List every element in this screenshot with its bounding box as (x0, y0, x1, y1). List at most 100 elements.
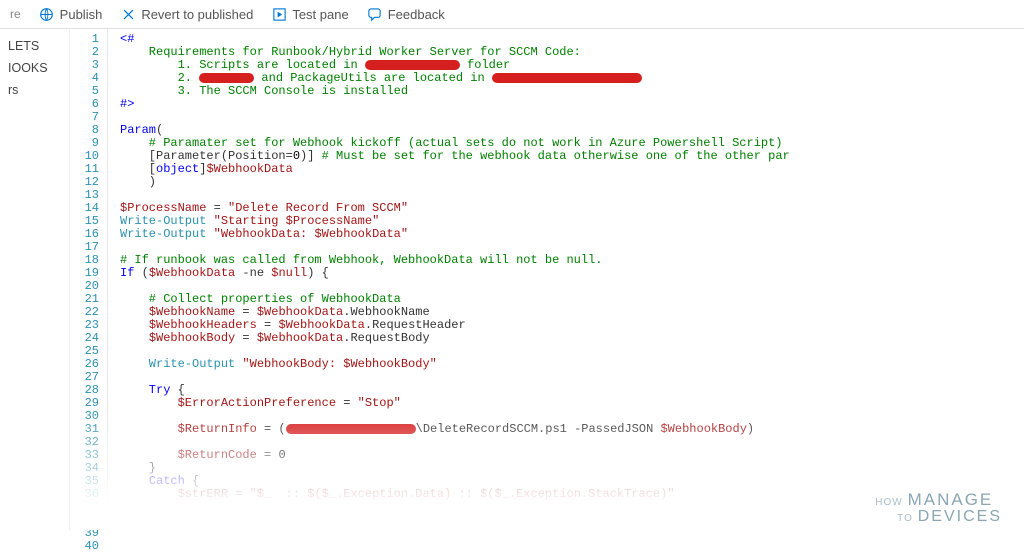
code-token: 0 (293, 149, 300, 163)
revert-label: Revert to published (141, 7, 253, 22)
code-line[interactable] (120, 527, 1024, 530)
code-token: Try (120, 383, 170, 397)
code-editor[interactable]: 1234567891011121314151617181920212223242… (70, 29, 1024, 530)
code-token: # Must be set for the webhook data other… (322, 149, 790, 163)
code-content[interactable]: <# Requirements for Runbook/Hybrid Worke… (108, 29, 1024, 530)
code-token: Catch (120, 474, 185, 488)
redacted-text (286, 424, 416, 434)
watermark-how: HOW (875, 497, 902, 508)
redacted-text (365, 60, 460, 70)
code-token: $_ (322, 487, 336, 501)
code-token: Write-Output (120, 214, 206, 228)
code-line[interactable]: ) (120, 176, 1024, 189)
feedback-button[interactable]: Feedback (367, 6, 445, 22)
code-token: = (257, 318, 279, 332)
code-line[interactable]: $ErrorActionPreference = "Stop" (120, 397, 1024, 410)
code-line[interactable]: If ($WebhookData -ne $null) { (120, 267, 1024, 280)
code-line[interactable] (120, 111, 1024, 124)
code-token: 2. (120, 71, 199, 85)
sidebar: LETS IOOKS rs (0, 29, 70, 530)
code-token: ( (156, 123, 163, 137)
sidebar-item-iooks[interactable]: IOOKS (0, 57, 69, 79)
code-token: = (336, 396, 358, 410)
code-line[interactable]: } (120, 462, 1024, 475)
code-token: "Starting (214, 214, 286, 228)
code-token: # Paramater set for Webhook kickoff (act… (120, 136, 783, 150)
code-token: $ReturnInfo (178, 422, 257, 436)
code-token: $WebhookHeaders (149, 318, 257, 332)
code-line[interactable]: [object]$WebhookData (120, 163, 1024, 176)
code-token: $strERR (365, 513, 415, 527)
code-token: )] (300, 149, 322, 163)
main-layout: LETS IOOKS rs 12345678910111213141516171… (0, 29, 1024, 530)
code-token: Requirements for Runbook/Hybrid Worker S… (120, 45, 581, 59)
code-line[interactable]: Write-Output "WebhookData: $WebhookData" (120, 228, 1024, 241)
code-token: Write-Output -InputObject (120, 513, 365, 527)
code-token: object (156, 162, 199, 176)
line-number: 5 (70, 85, 107, 98)
code-line[interactable]: #> (120, 98, 1024, 111)
code-token: \DeleteRecordSCCM.ps1 -PassedJSON (416, 422, 661, 436)
code-token (120, 448, 178, 462)
code-token: $_ (495, 487, 509, 501)
code-token: $null (271, 266, 307, 280)
code-token: "Stop" (358, 396, 401, 410)
code-token (120, 318, 149, 332)
code-token: $WebhookData (257, 331, 343, 345)
test-pane-button[interactable]: Test pane (271, 6, 348, 22)
line-number: 8 (70, 124, 107, 137)
feedback-icon (367, 6, 383, 22)
code-token: -ne (235, 266, 271, 280)
sidebar-item-rs[interactable]: rs (0, 79, 69, 101)
test-pane-label: Test pane (292, 7, 348, 22)
code-token (120, 331, 149, 345)
test-pane-icon (271, 6, 287, 22)
code-token: "WebhookBody: (242, 357, 343, 371)
code-token: } (120, 461, 156, 475)
code-token: "$_ :: $( (250, 487, 322, 501)
code-token: # If runbook was called from Webhook, We… (120, 253, 602, 267)
revert-button[interactable]: Revert to published (120, 6, 253, 22)
code-token: = (235, 305, 257, 319)
code-token: and PackageUtils are located in (254, 71, 492, 85)
code-token: $WebhookData (314, 227, 400, 241)
code-token: $ProcessName (120, 201, 206, 215)
line-number: 40 (70, 540, 107, 553)
code-line[interactable]: 3. The SCCM Console is installed (120, 85, 1024, 98)
code-line[interactable]: $ReturnCode = 0 (120, 449, 1024, 462)
code-token: ) { (307, 266, 329, 280)
code-token: .RequestBody (343, 331, 429, 345)
code-token: $WebhookName (149, 305, 235, 319)
feedback-label: Feedback (388, 7, 445, 22)
code-token: $WebhookData (257, 305, 343, 319)
code-token: $WebhookBody (149, 331, 235, 345)
code-line[interactable] (120, 371, 1024, 384)
code-token: .WebhookName (343, 305, 429, 319)
code-token: Write-Output (120, 357, 242, 371)
code-token: <# (120, 32, 134, 46)
line-number: 7 (70, 111, 107, 124)
code-token: " (430, 357, 437, 371)
code-token: $ReturnCode (178, 448, 257, 462)
code-line[interactable]: Write-Output "WebhookBody: $WebhookBody" (120, 358, 1024, 371)
code-token: Param (120, 123, 156, 137)
line-number: 3 (70, 59, 107, 72)
code-token: 1. Scripts are located in (120, 58, 365, 72)
code-token: ( (134, 266, 148, 280)
publish-button[interactable]: Publish (39, 6, 103, 22)
code-token: [Parameter(Position= (120, 149, 293, 163)
code-token: ) (747, 422, 754, 436)
code-token: $strERR (178, 487, 228, 501)
publish-label: Publish (60, 7, 103, 22)
code-token: Write-Output (120, 227, 206, 241)
code-token: "WebhookData: (214, 227, 315, 241)
code-line[interactable]: $WebhookBody = $WebhookData.RequestBody (120, 332, 1024, 345)
code-token: = (235, 331, 257, 345)
code-token: $WebhookData (149, 266, 235, 280)
sidebar-item-lets[interactable]: LETS (0, 35, 69, 57)
code-token: { (185, 474, 199, 488)
line-number: 1 (70, 33, 107, 46)
code-token: { (170, 383, 184, 397)
code-line[interactable]: $ReturnInfo = (\DeleteRecordSCCM.ps1 -Pa… (120, 423, 1024, 436)
line-number: 2 (70, 46, 107, 59)
